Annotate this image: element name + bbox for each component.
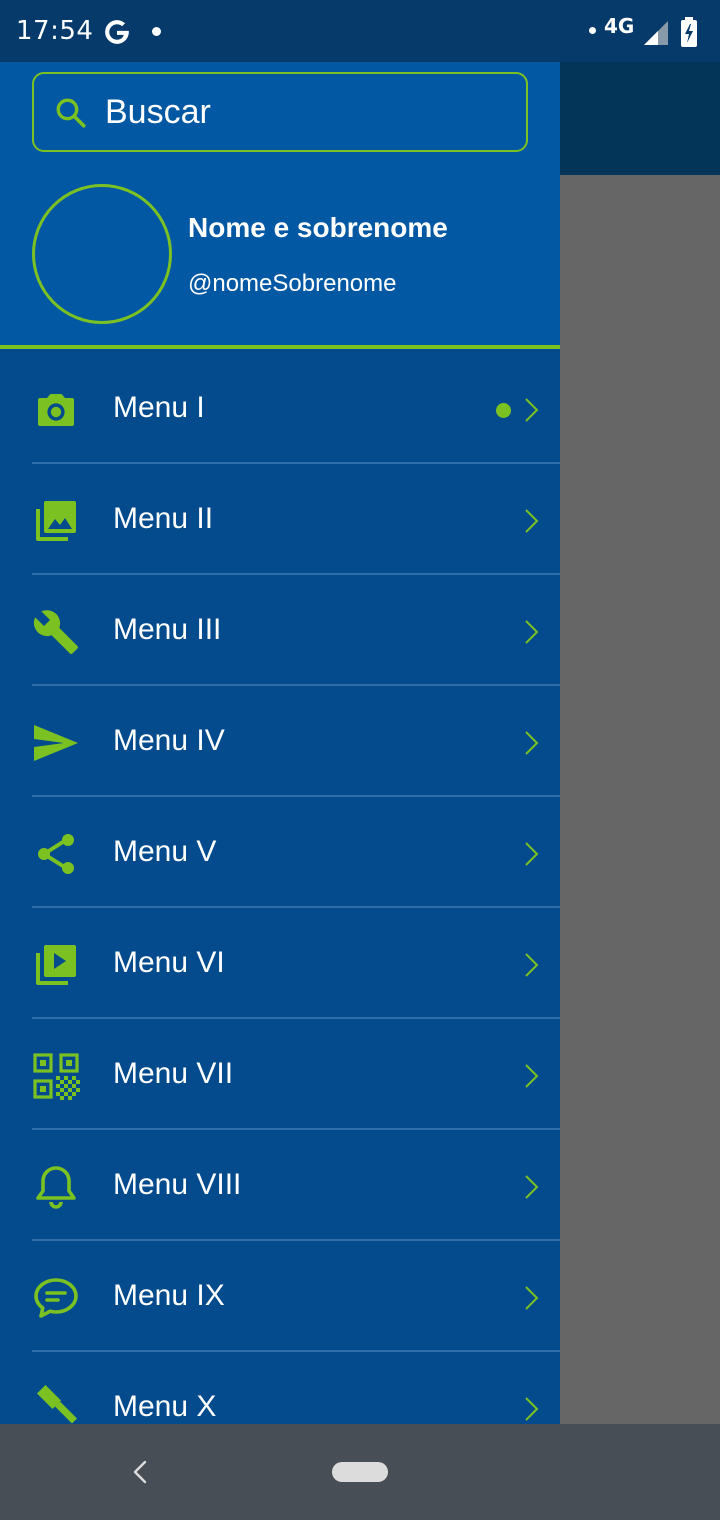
battery-charging-icon	[681, 17, 697, 47]
notification-dot	[152, 27, 161, 36]
network-type: 4G	[604, 14, 635, 38]
unread-badge	[496, 403, 511, 418]
user-handle: @nomeSobrenome	[188, 270, 397, 297]
navigation-drawer: Buscar Nome e sobrenome @nomeSobrenome M…	[0, 62, 560, 1424]
chevron-right-icon	[525, 1175, 539, 1199]
chevron-right-icon	[525, 398, 539, 422]
qr-code-icon	[33, 1053, 80, 1100]
drawer-header: Buscar Nome e sobrenome @nomeSobrenome	[0, 62, 560, 349]
camera-icon	[38, 394, 74, 426]
system-nav-bar	[0, 1424, 720, 1520]
menu-item-label: Menu V	[113, 835, 217, 868]
video-library-icon	[36, 945, 76, 985]
bell-icon	[36, 1166, 76, 1209]
chevron-right-icon	[525, 953, 539, 977]
chevron-right-icon	[525, 731, 539, 755]
google-g-icon	[105, 20, 129, 44]
home-pill-button[interactable]	[332, 1462, 388, 1482]
app-bar	[560, 62, 720, 175]
search-icon	[56, 98, 86, 128]
menu-item-10[interactable]: Menu X	[0, 1352, 560, 1424]
menu-item-label: Menu II	[113, 502, 214, 535]
menu-list: Menu I Menu II Menu III Menu IV Menu V M…	[0, 353, 560, 1424]
back-icon[interactable]	[130, 1458, 150, 1486]
menu-item-6[interactable]: Menu VI	[0, 908, 560, 1019]
menu-item-label: Menu IV	[113, 724, 225, 757]
gavel-icon	[36, 1385, 77, 1424]
signal-icon	[644, 21, 668, 45]
menu-item-5[interactable]: Menu V	[0, 797, 560, 908]
chat-bubble-icon	[34, 1278, 78, 1318]
status-bar: 17:54 4G	[0, 0, 720, 62]
menu-item-3[interactable]: Menu III	[0, 575, 560, 686]
chevron-right-icon	[525, 1064, 539, 1088]
menu-item-label: Menu VII	[113, 1057, 234, 1090]
menu-item-label: Menu IX	[113, 1279, 225, 1312]
chevron-right-icon	[525, 509, 539, 533]
chevron-right-icon	[525, 1286, 539, 1310]
menu-item-9[interactable]: Menu IX	[0, 1241, 560, 1352]
search-input[interactable]: Buscar	[32, 72, 528, 152]
avatar[interactable]	[32, 184, 172, 324]
send-icon	[34, 725, 78, 761]
menu-item-label: Menu X	[113, 1390, 217, 1423]
search-placeholder: Buscar	[105, 93, 211, 131]
share-icon	[38, 834, 74, 874]
user-name: Nome e sobrenome	[188, 212, 448, 243]
menu-item-label: Menu I	[113, 391, 205, 424]
menu-item-2[interactable]: Menu II	[0, 464, 560, 575]
menu-item-1[interactable]: Menu I	[0, 353, 560, 464]
chevron-right-icon	[525, 1397, 539, 1421]
menu-item-4[interactable]: Menu IV	[0, 686, 560, 797]
status-time: 17:54	[16, 16, 94, 46]
chevron-right-icon	[525, 620, 539, 644]
wrench-icon	[33, 610, 78, 654]
menu-item-label: Menu III	[113, 613, 222, 646]
menu-item-label: Menu VIII	[113, 1168, 242, 1201]
chevron-right-icon	[525, 842, 539, 866]
menu-item-7[interactable]: Menu VII	[0, 1019, 560, 1130]
photo-library-icon	[36, 501, 76, 541]
menu-item-8[interactable]: Menu VIII	[0, 1130, 560, 1241]
network-activity-dot	[589, 27, 596, 34]
menu-item-label: Menu VI	[113, 946, 225, 979]
